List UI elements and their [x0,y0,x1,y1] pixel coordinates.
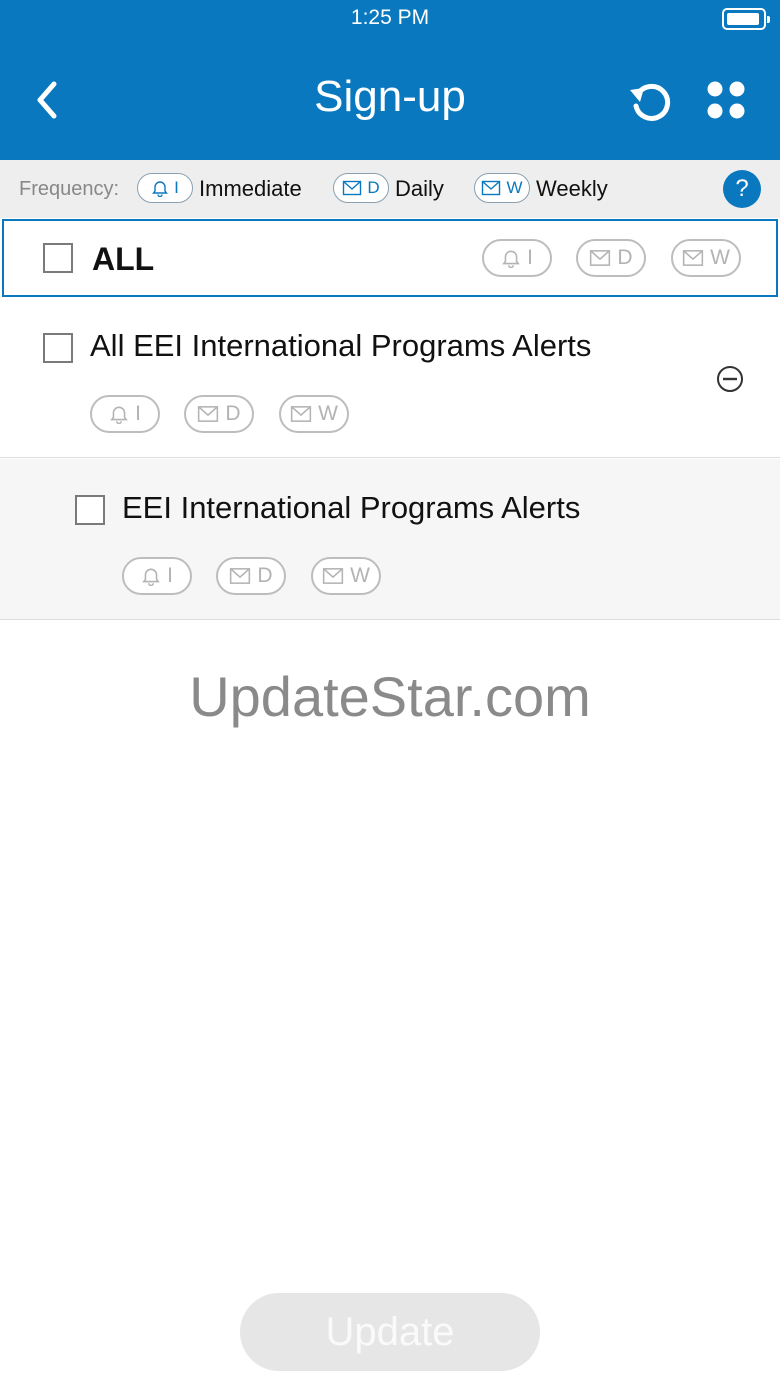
weekly-toggle[interactable]: W [311,557,381,595]
child-checkbox[interactable] [75,495,105,525]
daily-toggle[interactable]: D [216,557,286,595]
collapse-minus-icon[interactable] [716,365,744,393]
all-row: ALL I D W [2,219,778,297]
mail-icon [230,568,251,584]
legend-daily-pill: D [333,173,389,203]
pill-code: W [350,564,370,587]
bell-icon [142,568,160,586]
help-button[interactable]: ? [723,170,761,208]
mail-icon [590,250,611,266]
immediate-toggle[interactable]: I [122,557,192,595]
child-label: EEI International Programs Alerts [122,490,581,525]
watermark-text: UpdateStar.com [189,665,591,728]
bell-icon [502,250,520,268]
pill-code: I [167,564,173,587]
pill-code: I [135,402,141,425]
pill-code: D [257,564,273,587]
all-checkbox[interactable] [43,243,73,273]
refresh-button[interactable] [628,78,674,124]
legend-immediate-pill: I [137,173,193,203]
immediate-toggle[interactable]: I [482,239,552,277]
legend-immediate-text: Immediate [199,176,302,201]
group-row: All EEI International Programs Alerts I … [0,297,780,458]
bell-icon [152,181,169,197]
legend-weekly-text: Weekly [536,176,608,201]
grid-dots-icon [707,81,745,119]
menu-grid-button[interactable] [706,80,746,120]
pill-code: D [225,402,241,425]
group-label: All EEI International Programs Alerts [90,328,592,363]
battery-icon [722,8,770,30]
daily-toggle[interactable]: D [184,395,254,433]
mail-icon [343,180,362,196]
legend-daily-text: Daily [395,176,444,201]
pill-code: W [710,246,730,269]
mail-icon [482,180,501,196]
update-button[interactable]: Update [240,1293,540,1371]
mail-icon [290,406,312,422]
mail-icon [322,568,344,584]
weekly-toggle[interactable]: W [279,395,349,433]
legend-code: W [506,178,523,197]
weekly-toggle[interactable]: W [671,239,741,277]
legend-code: D [367,178,380,197]
group-checkbox[interactable] [43,333,73,363]
bell-icon [110,406,128,424]
immediate-toggle[interactable]: I [90,395,160,433]
frequency-label: Frequency: [19,178,120,200]
refresh-icon [630,83,671,121]
legend-weekly-pill: W [474,173,530,203]
mail-icon [682,250,704,266]
pill-code: D [617,246,633,269]
all-label: ALL [92,241,155,277]
daily-toggle[interactable]: D [576,239,646,277]
pill-code: I [527,246,533,269]
status-time: 1:25 PM [350,6,430,29]
mail-icon [198,406,219,422]
app-header: 1:25 PM Sign-up [0,0,780,160]
frequency-legend: Frequency: I Immediate D Daily W Weekly [0,160,780,218]
pill-code: W [318,402,338,425]
legend-code: I [174,178,179,197]
child-row: EEI International Programs Alerts I D W [0,459,780,620]
